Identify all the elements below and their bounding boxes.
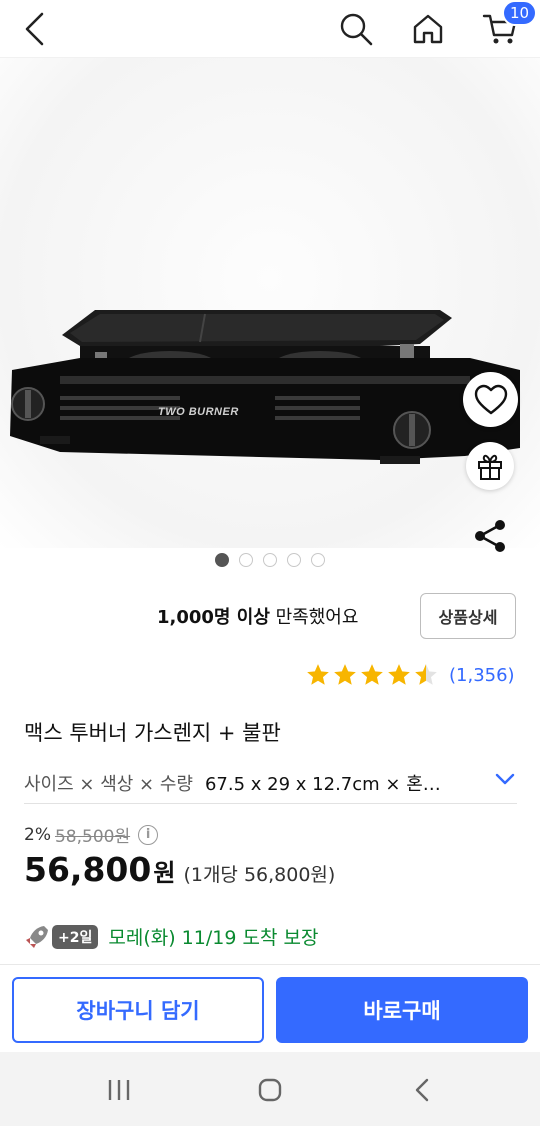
product-photo — [10, 310, 520, 464]
delivery-eta: 모레(화) 11/19 도착 보장 — [108, 927, 319, 949]
option-label: 사이즈 × 색상 × 수량 — [24, 773, 193, 795]
discount-rate: 2% — [24, 824, 51, 845]
product-brand-label: TWO BURNER — [158, 406, 239, 418]
satisfaction-summary: 1,000명 이상 만족했어요 — [157, 603, 358, 629]
option-selector[interactable]: 사이즈 × 색상 × 수량 67.5 x 29 x 12.7cm × 혼합색상 … — [24, 762, 517, 804]
rating-summary[interactable]: (1,356) — [305, 662, 515, 688]
satisfaction-text: 만족했어요 — [269, 607, 359, 628]
product-detail-button[interactable]: 상품상세 — [420, 593, 516, 639]
star-icon — [307, 664, 329, 685]
chevron-down-icon — [495, 773, 515, 785]
star-icon — [334, 664, 356, 685]
product-title: 맥스 투버너 가스렌지 + 불판 — [24, 721, 281, 745]
star-icon — [388, 664, 410, 685]
original-price: 58,500원 — [54, 827, 131, 847]
option-value: 67.5 x 29 x 12.7cm × 혼합색상 × 1개 — [204, 773, 455, 795]
star-rating — [305, 662, 439, 688]
add-to-cart-button[interactable]: 장바구니 담기 — [12, 977, 264, 1043]
star-icon — [361, 664, 383, 685]
discount-row: 2% 58,500원 i — [24, 822, 159, 847]
top-app-bar: 10 — [0, 0, 540, 58]
back-arrow-icon — [415, 1078, 429, 1102]
search-button[interactable] — [333, 6, 379, 52]
pagination-dot[interactable] — [287, 553, 301, 567]
image-pagination-dots — [215, 553, 325, 567]
pagination-dot[interactable] — [263, 553, 277, 567]
share-button[interactable] — [470, 516, 510, 556]
wishlist-button[interactable] — [463, 372, 518, 427]
gift-button[interactable] — [466, 442, 514, 490]
cart-count-badge: 10 — [502, 0, 538, 26]
home-circle-icon — [258, 1078, 282, 1102]
share-icon — [475, 520, 505, 552]
info-icon[interactable]: i — [138, 824, 159, 845]
home-nav-button[interactable] — [250, 1072, 290, 1108]
delivery-info: +2일 모레(화) 11/19 도착 보장 — [24, 923, 318, 950]
heart-icon — [474, 384, 507, 414]
rocket-icon — [26, 925, 48, 948]
buy-now-button[interactable]: 바로구매 — [276, 977, 528, 1043]
pagination-dot[interactable] — [311, 553, 325, 567]
gift-icon — [478, 454, 502, 480]
product-image-carousel[interactable]: TWO BURNER — [0, 58, 540, 548]
price-row: 56,800 원 (1개당 56,800원) — [24, 850, 335, 889]
recent-apps-icon — [108, 1080, 130, 1100]
system-navigation-bar — [0, 1052, 540, 1126]
sale-price: 56,800 — [24, 850, 152, 889]
chevron-left-icon — [25, 12, 44, 46]
price-currency: 원 — [153, 859, 176, 887]
home-button[interactable] — [405, 6, 451, 52]
pagination-dot[interactable] — [239, 553, 253, 567]
pagination-dot[interactable] — [215, 553, 229, 567]
half-star-icon — [415, 664, 437, 685]
delivery-extra-days-badge: +2일 — [52, 924, 99, 949]
review-count[interactable]: (1,356) — [449, 665, 515, 686]
satisfaction-count: 1,000명 이상 — [157, 607, 270, 628]
unit-price: (1개당 56,800원) — [183, 864, 336, 886]
back-nav-button[interactable] — [402, 1072, 442, 1108]
purchase-actions: 장바구니 담기 바로구매 — [0, 964, 540, 1052]
recent-apps-button[interactable] — [99, 1072, 139, 1108]
back-button[interactable] — [12, 6, 58, 52]
search-icon — [340, 13, 373, 46]
home-icon — [413, 14, 443, 44]
